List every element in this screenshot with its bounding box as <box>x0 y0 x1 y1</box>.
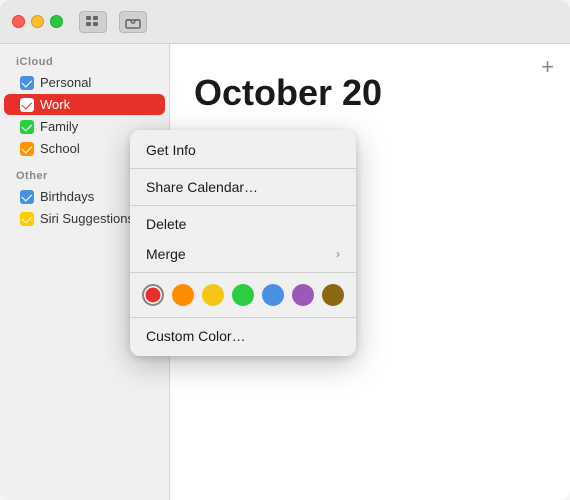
sidebar-item-siri-label: Siri Suggestions <box>40 211 134 226</box>
sidebar-item-family-label: Family <box>40 119 78 134</box>
menu-separator-2 <box>130 205 356 206</box>
sidebar-item-school-label: School <box>40 141 80 156</box>
color-swatch-orange[interactable] <box>172 284 194 306</box>
grid-view-icon[interactable] <box>79 11 107 33</box>
color-swatch-yellow[interactable] <box>202 284 224 306</box>
menu-item-delete[interactable]: Delete <box>130 209 356 239</box>
menu-item-get-info[interactable]: Get Info <box>130 135 356 165</box>
maximize-button[interactable] <box>50 15 63 28</box>
menu-item-share-calendar[interactable]: Share Calendar… <box>130 172 356 202</box>
menu-item-get-info-label: Get Info <box>146 142 196 158</box>
sidebar-item-personal[interactable]: Personal <box>4 72 165 93</box>
menu-item-delete-label: Delete <box>146 216 186 232</box>
work-checkbox[interactable] <box>20 98 34 112</box>
close-button[interactable] <box>12 15 25 28</box>
menu-item-custom-color-label: Custom Color… <box>146 328 246 344</box>
sidebar-item-work-label: Work <box>40 97 70 112</box>
color-swatch-green[interactable] <box>232 284 254 306</box>
menu-item-merge[interactable]: Merge › <box>130 239 356 269</box>
family-checkbox[interactable] <box>20 120 34 134</box>
birthdays-checkbox[interactable] <box>20 190 34 204</box>
color-swatch-purple[interactable] <box>292 284 314 306</box>
month-title: October 20 <box>194 72 546 114</box>
add-event-button[interactable]: + <box>541 56 554 78</box>
menu-separator-4 <box>130 317 356 318</box>
color-swatches-row <box>130 276 356 314</box>
sidebar-item-birthdays-label: Birthdays <box>40 189 94 204</box>
merge-arrow-icon: › <box>336 247 340 261</box>
sidebar-item-work[interactable]: Work <box>4 94 165 115</box>
menu-item-custom-color[interactable]: Custom Color… <box>130 321 356 351</box>
color-swatch-red[interactable] <box>142 284 164 306</box>
school-checkbox[interactable] <box>20 142 34 156</box>
traffic-lights <box>12 15 63 28</box>
menu-separator-1 <box>130 168 356 169</box>
icloud-section-label: iCloud <box>0 56 169 68</box>
siri-checkbox[interactable] <box>20 212 34 226</box>
menu-item-share-calendar-label: Share Calendar… <box>146 179 258 195</box>
menu-item-merge-label: Merge <box>146 246 186 262</box>
inbox-icon[interactable] <box>119 11 147 33</box>
context-menu: Get Info Share Calendar… Delete Merge › <box>130 130 356 356</box>
minimize-button[interactable] <box>31 15 44 28</box>
color-swatch-brown[interactable] <box>322 284 344 306</box>
menu-separator-3 <box>130 272 356 273</box>
app-window: iCloud Personal Work Family School Other <box>0 0 570 500</box>
color-swatch-blue[interactable] <box>262 284 284 306</box>
personal-checkbox[interactable] <box>20 76 34 90</box>
sidebar-item-personal-label: Personal <box>40 75 91 90</box>
title-bar <box>0 0 570 44</box>
